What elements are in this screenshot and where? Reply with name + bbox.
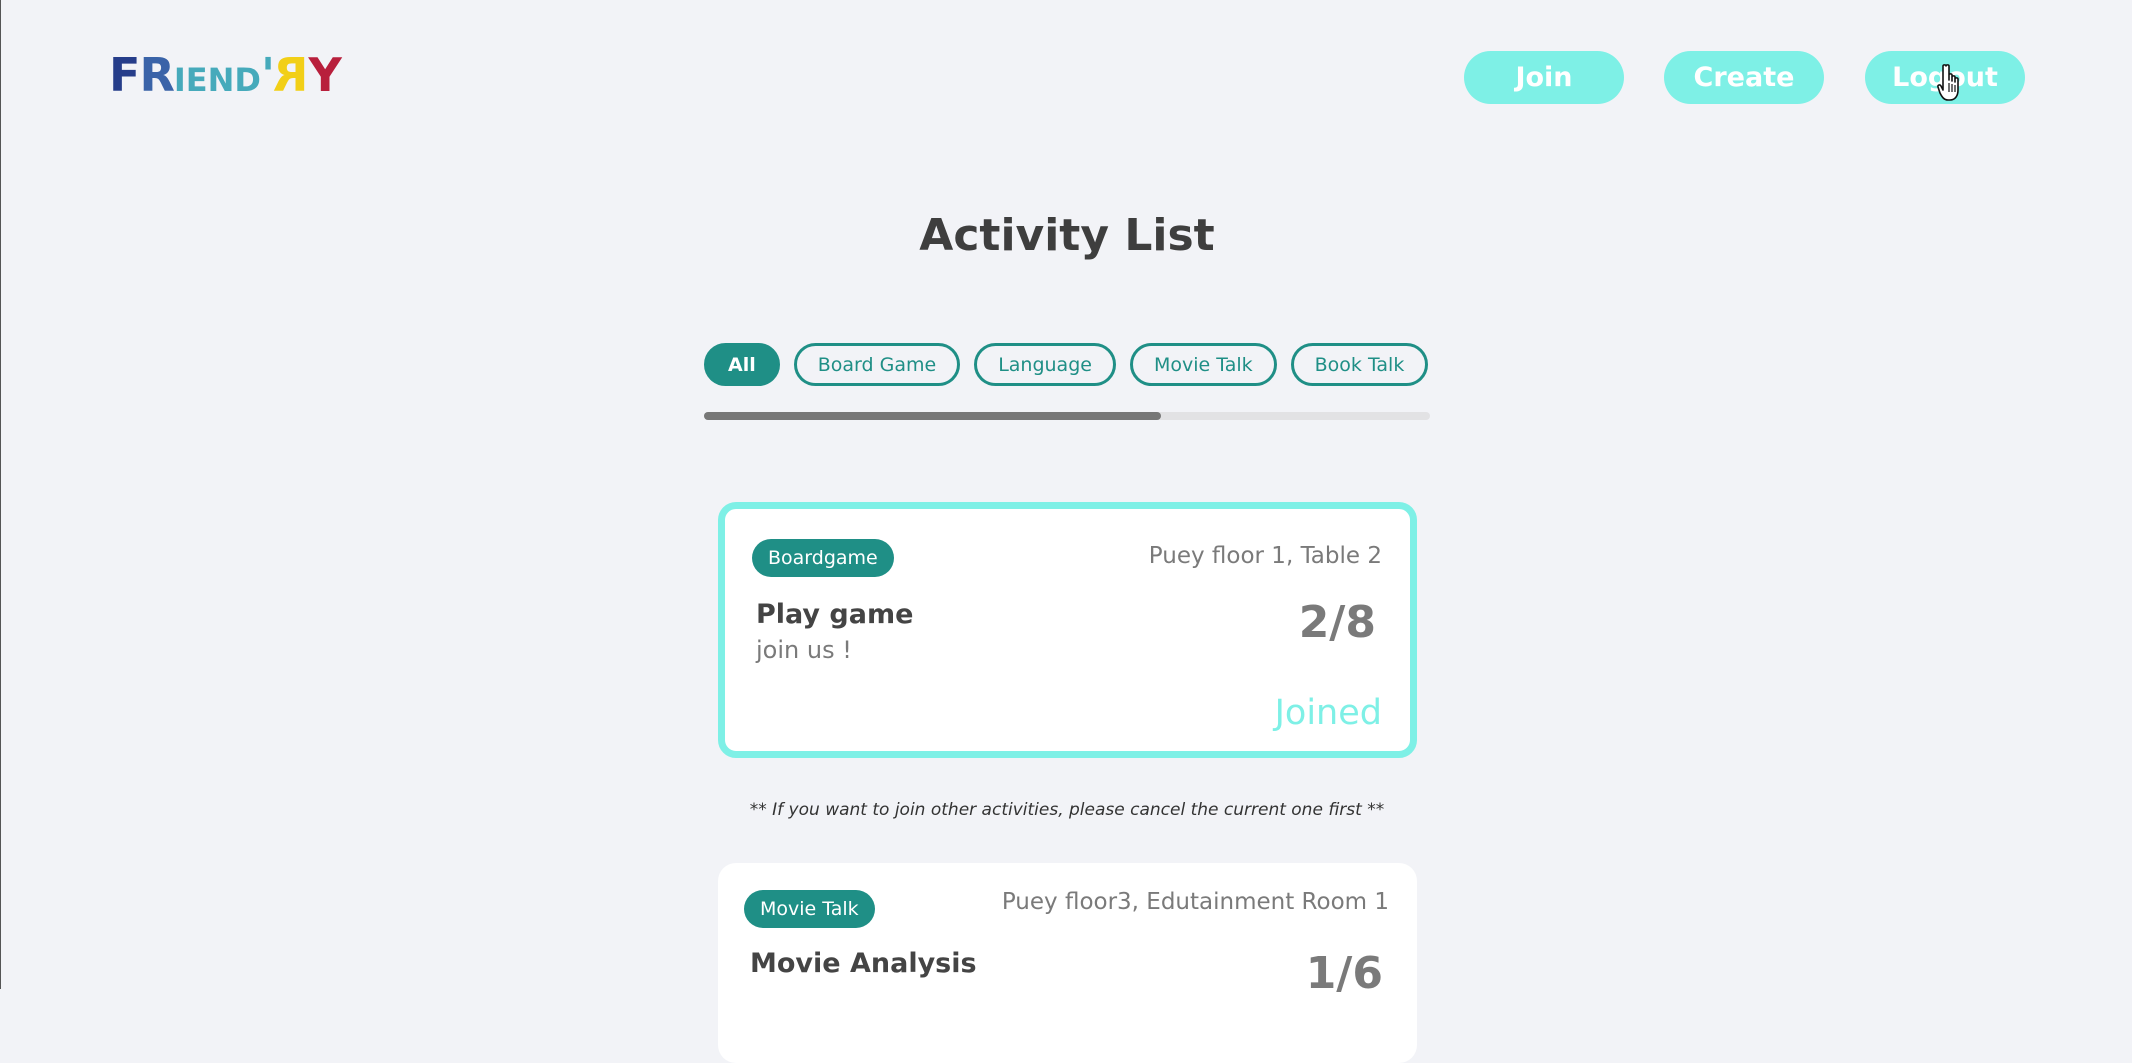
activity-card[interactable]: Movie Talk Puey floor3, Edutainment Room… bbox=[718, 863, 1417, 1063]
friendry-logo[interactable]: FRIEND'RY bbox=[109, 48, 342, 102]
activity-description: join us ! bbox=[756, 636, 852, 664]
logo-letter-r: R bbox=[139, 48, 174, 102]
logo-apostrophe: ' bbox=[260, 48, 275, 102]
page-title: Activity List bbox=[919, 210, 1215, 261]
activity-title: Movie Analysis bbox=[750, 948, 977, 979]
filter-chip-language[interactable]: Language bbox=[974, 343, 1116, 386]
filter-scrollbar-thumb[interactable] bbox=[704, 412, 1162, 420]
participant-count: 2/8 bbox=[1298, 597, 1376, 648]
activity-location: Puey floor3, Edutainment Room 1 bbox=[1001, 889, 1389, 915]
join-button[interactable]: Join bbox=[1464, 51, 1624, 104]
filter-chip-movie-talk[interactable]: Movie Talk bbox=[1129, 343, 1277, 386]
logo-letter-y: Y bbox=[308, 48, 341, 102]
filter-chip-board-game[interactable]: Board Game bbox=[793, 343, 961, 386]
logo-letter-r-mirrored: R bbox=[274, 48, 309, 102]
logo-letters-iend: IEND bbox=[173, 61, 261, 99]
activity-location: Puey floor 1, Table 2 bbox=[1148, 543, 1382, 569]
category-tag: Boardgame bbox=[752, 539, 894, 577]
category-tag: Movie Talk bbox=[744, 890, 875, 928]
filter-chip-all[interactable]: All bbox=[704, 343, 780, 386]
activity-card[interactable]: Boardgame Puey floor 1, Table 2 Play gam… bbox=[718, 502, 1417, 758]
category-filter-bar: All Board Game Language Movie Talk Book … bbox=[704, 343, 1430, 386]
filter-chip-book-talk[interactable]: Book Talk bbox=[1290, 343, 1429, 386]
join-note: ** If you want to join other activities,… bbox=[749, 800, 1385, 820]
hand-pointer-icon bbox=[1937, 64, 1959, 101]
participant-count: 1/6 bbox=[1305, 948, 1383, 999]
joined-status[interactable]: Joined bbox=[1275, 693, 1382, 733]
logo-letter-f: F bbox=[109, 48, 140, 102]
filter-scrollbar[interactable] bbox=[704, 412, 1430, 420]
create-button[interactable]: Create bbox=[1664, 51, 1824, 104]
activity-title: Play game bbox=[756, 599, 914, 630]
